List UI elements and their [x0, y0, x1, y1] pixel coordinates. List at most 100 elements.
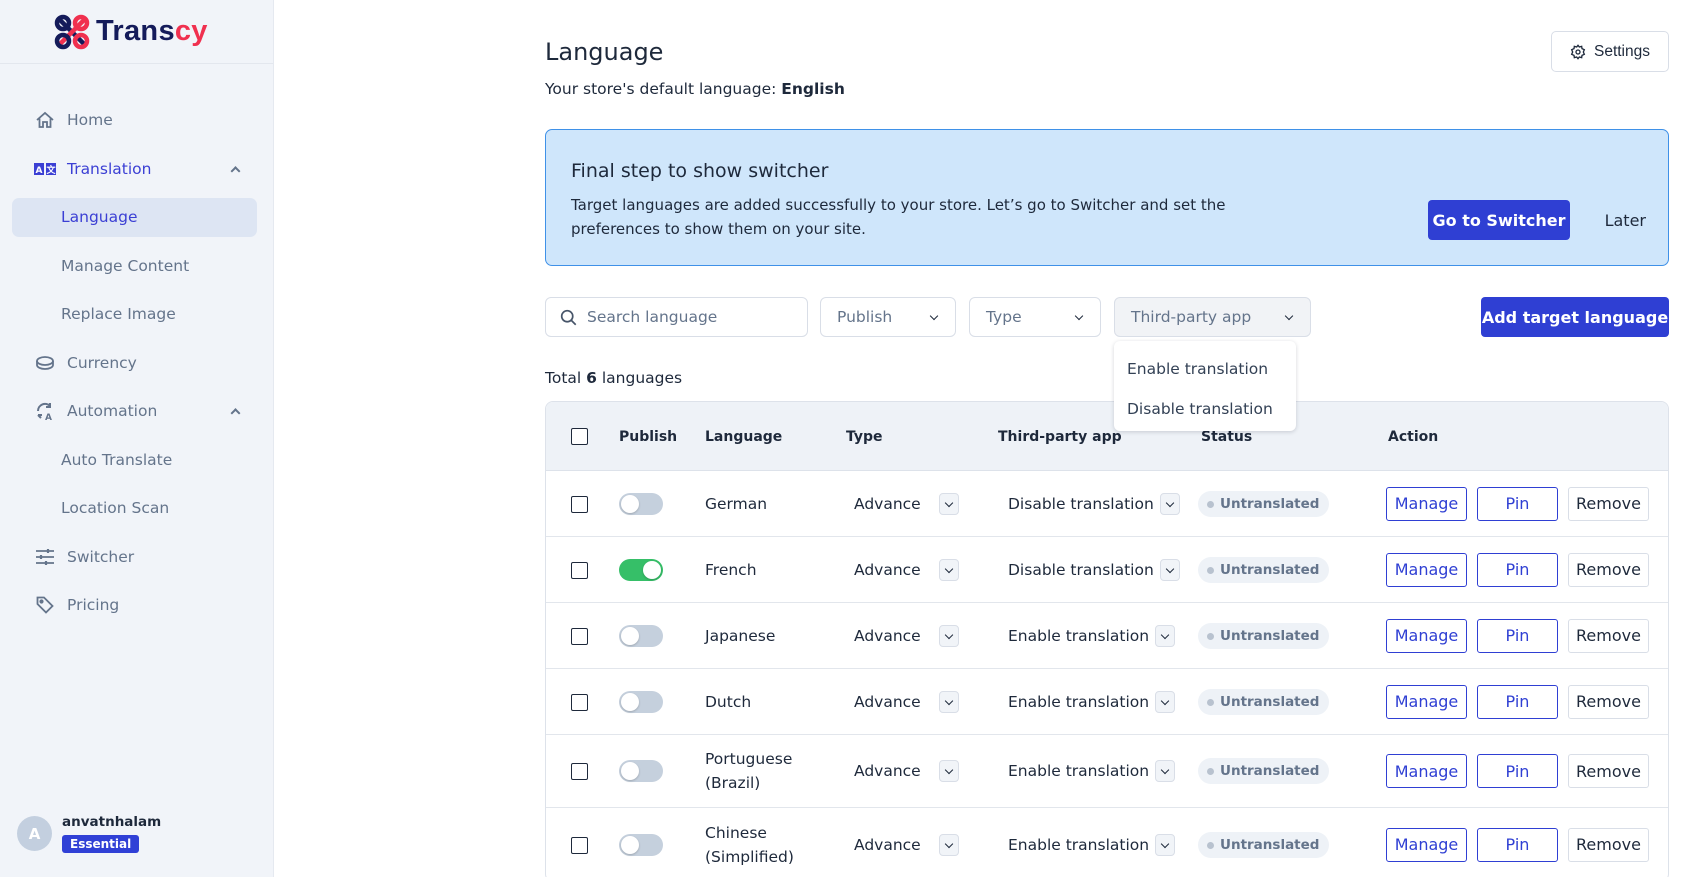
third-party-select-chevron-icon[interactable]: [1155, 624, 1175, 647]
third-party-select-chevron-icon[interactable]: [1160, 558, 1180, 581]
status-badge: Untranslated: [1198, 688, 1330, 715]
type-select-chevron-icon[interactable]: [939, 492, 959, 515]
dropdown-option-disable[interactable]: Disable translation: [1114, 389, 1296, 429]
select-all-checkbox[interactable]: [571, 428, 588, 445]
type-value: Advance: [854, 626, 921, 645]
publish-toggle[interactable]: [619, 690, 663, 713]
sidebar-item-location-scan[interactable]: Location Scan: [0, 484, 273, 533]
language-name: Portuguese (Brazil): [705, 750, 793, 792]
manage-button[interactable]: Manage: [1386, 684, 1467, 719]
publish-toggle[interactable]: [619, 760, 663, 782]
third-party-value: Disable translation: [1008, 494, 1154, 513]
publish-toggle[interactable]: [619, 833, 663, 856]
sidebar-item-manage-content[interactable]: Manage Content: [0, 242, 273, 291]
sidebar-item-label: Home: [67, 111, 113, 130]
remove-button[interactable]: Remove: [1568, 486, 1649, 521]
sidebar-item-currency[interactable]: Currency: [0, 339, 273, 388]
chevron-up-icon[interactable]: [230, 165, 241, 176]
sidebar-item-automation[interactable]: A Automation: [0, 387, 273, 436]
search-input[interactable]: [587, 308, 797, 326]
user-profile[interactable]: A anvatnhalam Essential: [17, 814, 161, 853]
manage-button[interactable]: Manage: [1386, 618, 1467, 653]
type-select-chevron-icon[interactable]: [939, 690, 959, 713]
add-target-language-button[interactable]: Add target language: [1481, 297, 1669, 337]
third-party-filter-label: Third-party app: [1131, 308, 1252, 326]
manage-button[interactable]: Manage: [1386, 754, 1467, 788]
sidebar-item-switcher[interactable]: Switcher: [0, 533, 273, 582]
sidebar-item-auto-translate[interactable]: Auto Translate: [0, 436, 273, 485]
pin-button[interactable]: Pin: [1477, 684, 1558, 719]
third-party-select-chevron-icon[interactable]: [1155, 760, 1175, 782]
type-select-chevron-icon[interactable]: [939, 760, 959, 782]
type-filter-select[interactable]: Type: [969, 297, 1101, 337]
publish-toggle[interactable]: [619, 558, 663, 581]
dropdown-option-enable[interactable]: Enable translation: [1114, 349, 1296, 389]
svg-text:A: A: [36, 166, 43, 176]
sidebar-item-translation[interactable]: A文 Translation: [0, 145, 273, 194]
remove-button[interactable]: Remove: [1568, 754, 1649, 788]
default-language-value: English: [781, 80, 845, 98]
row-checkbox[interactable]: [571, 836, 588, 854]
status-badge: Untranslated: [1198, 758, 1330, 784]
pin-button[interactable]: Pin: [1477, 618, 1558, 653]
sidebar-item-label: Switcher: [67, 547, 135, 566]
pin-button[interactable]: Pin: [1477, 552, 1558, 587]
remove-button[interactable]: Remove: [1568, 618, 1649, 653]
row-checkbox[interactable]: [571, 693, 588, 711]
sidebar-item-home[interactable]: Home: [0, 96, 273, 145]
translate-icon: A文: [34, 158, 56, 180]
row-checkbox[interactable]: [571, 495, 588, 513]
type-select-chevron-icon[interactable]: [939, 624, 959, 647]
type-select-chevron-icon[interactable]: [939, 558, 959, 581]
remove-button[interactable]: Remove: [1568, 827, 1649, 862]
sidebar-item-label: Replace Image: [61, 305, 176, 324]
type-select-chevron-icon[interactable]: [939, 833, 959, 856]
chevron-up-icon[interactable]: [230, 408, 241, 419]
sidebar-item-replace-image[interactable]: Replace Image: [0, 290, 273, 339]
manage-button[interactable]: Manage: [1386, 552, 1467, 587]
type-value: Advance: [854, 494, 921, 513]
go-to-switcher-button[interactable]: Go to Switcher: [1428, 200, 1570, 240]
plan-badge: Essential: [62, 835, 140, 853]
logo[interactable]: Transcy: [0, 0, 273, 64]
user-name: anvatnhalam: [62, 814, 162, 830]
third-party-select-chevron-icon[interactable]: [1155, 833, 1175, 856]
third-party-value: Enable translation: [1008, 626, 1150, 645]
third-party-select-chevron-icon[interactable]: [1160, 492, 1180, 515]
row-checkbox[interactable]: [571, 561, 588, 579]
sidebar-item-label: Pricing: [67, 596, 120, 615]
third-party-value: Enable translation: [1008, 692, 1150, 711]
column-header: Action: [1388, 429, 1439, 445]
sliders-icon: [34, 546, 56, 568]
pin-button[interactable]: Pin: [1477, 486, 1558, 521]
settings-button[interactable]: Settings: [1551, 31, 1669, 72]
publish-toggle[interactable]: [619, 492, 663, 515]
search-box[interactable]: [545, 297, 808, 337]
publish-toggle[interactable]: [619, 624, 663, 647]
later-button[interactable]: Later: [1605, 200, 1646, 240]
pin-button[interactable]: Pin: [1477, 754, 1558, 788]
publish-filter-select[interactable]: Publish: [820, 297, 956, 337]
remove-button[interactable]: Remove: [1568, 684, 1649, 719]
row-checkbox[interactable]: [571, 763, 588, 780]
third-party-select-chevron-icon[interactable]: [1155, 690, 1175, 713]
manage-button[interactable]: Manage: [1386, 827, 1467, 862]
settings-label: Settings: [1593, 42, 1650, 60]
language-name: German: [705, 494, 768, 513]
row-checkbox[interactable]: [571, 627, 588, 645]
sidebar-item-pricing[interactable]: Pricing: [0, 581, 273, 630]
sidebar-item-language[interactable]: Language: [0, 193, 273, 242]
type-value: Advance: [854, 560, 921, 579]
total-number: 6: [586, 369, 597, 387]
logo-mark-icon: [54, 14, 90, 49]
column-header: Language: [705, 429, 783, 445]
column-header: Status: [1201, 429, 1253, 445]
pin-button[interactable]: Pin: [1477, 827, 1558, 862]
table-row: German Advance Disable translation Untra…: [546, 471, 1668, 537]
remove-button[interactable]: Remove: [1568, 552, 1649, 587]
manage-button[interactable]: Manage: [1386, 486, 1467, 521]
default-language-info: Your store's default language: English: [545, 80, 845, 98]
chevron-down-icon: [1284, 311, 1294, 321]
sidebar-item-label: Language: [61, 208, 138, 227]
third-party-filter-select[interactable]: Third-party app: [1114, 297, 1311, 337]
